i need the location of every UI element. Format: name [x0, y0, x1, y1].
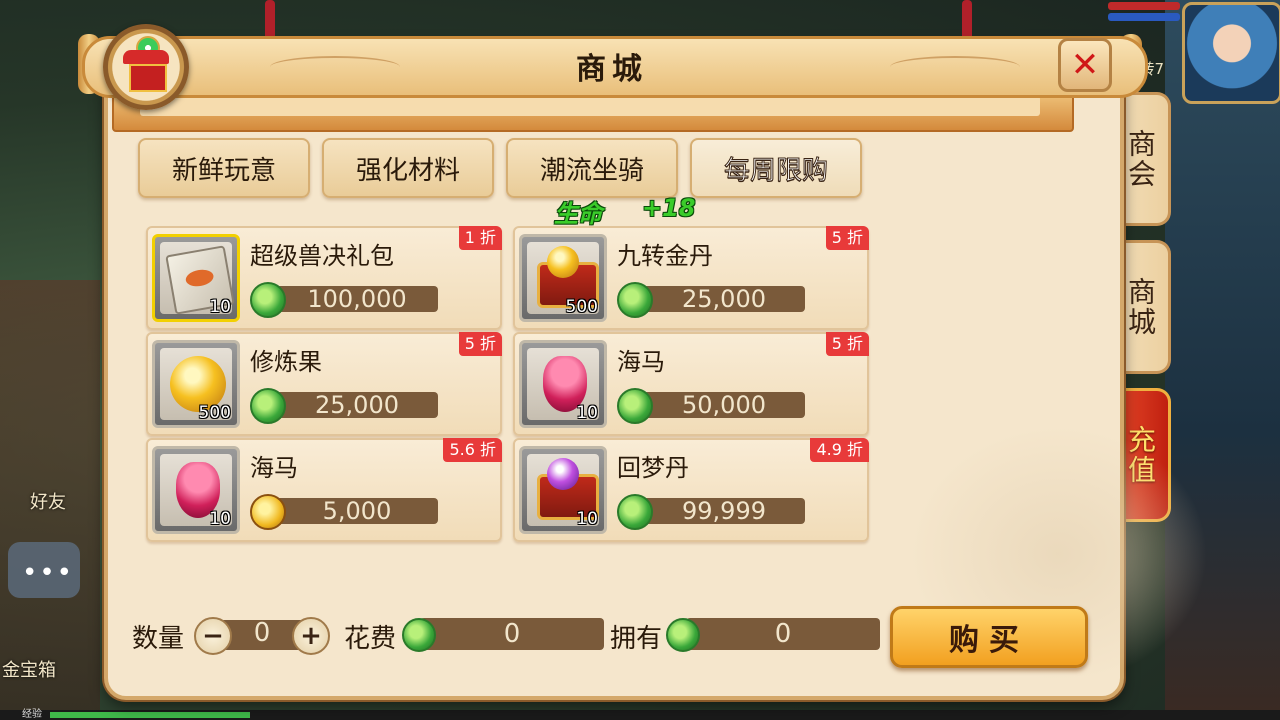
item-price: 50,000: [643, 392, 805, 418]
item-slot: 10: [152, 234, 240, 322]
jade-coin-icon: [617, 282, 653, 318]
item-count: 500: [198, 403, 231, 423]
item-name: 超级兽决礼包: [250, 242, 394, 270]
tab-new-items[interactable]: 新鲜玩意: [138, 138, 310, 198]
shop-item-card[interactable]: 10 海马 5 折 50,000: [513, 332, 869, 436]
friends-button[interactable]: 好友: [30, 488, 66, 514]
quantity-label: 数量: [132, 624, 185, 654]
discount-badge: 4.9 折: [810, 438, 869, 462]
item-count: 10: [209, 509, 231, 529]
tab-label: 商会: [1124, 129, 1157, 189]
tab-materials[interactable]: 强化材料: [322, 138, 494, 198]
title-ribbon-inner: [140, 96, 1040, 116]
owned-value: 0: [686, 618, 880, 650]
item-price: 99,999: [643, 498, 805, 524]
shop-item-card[interactable]: 500 九转金丹 5 折 25,000: [513, 226, 869, 330]
player-status-bars: [1108, 2, 1180, 24]
item-slot: 10: [519, 340, 607, 428]
discount-badge: 1 折: [458, 226, 502, 250]
tab-mounts[interactable]: 潮流坐骑: [506, 138, 678, 198]
hanging-rope: [962, 0, 972, 40]
item-count: 500: [565, 297, 598, 317]
item-name: 回梦丹: [617, 454, 689, 482]
jade-coin-icon: [250, 282, 286, 318]
floating-stat-value: +18: [642, 194, 696, 222]
tab-label: 每周限购: [723, 155, 828, 186]
item-slot: 10: [152, 446, 240, 534]
exp-label: 经验: [22, 709, 42, 720]
item-price: 25,000: [643, 286, 805, 312]
cost-label: 花费: [344, 624, 397, 654]
discount-badge: 5 折: [458, 332, 502, 356]
item-price: 5,000: [276, 498, 438, 524]
tab-weekly-limited[interactable]: 每周限购: [690, 138, 862, 198]
owned-label: 拥有: [610, 624, 663, 654]
item-count: 10: [209, 297, 231, 317]
item-price: 25,000: [276, 392, 438, 418]
treasure-chest-button[interactable]: 金宝箱: [2, 656, 56, 682]
tab-label: 潮流坐骑: [539, 155, 644, 186]
item-name: 修炼果: [250, 348, 322, 376]
tab-label: 商城: [1124, 277, 1157, 337]
jade-coin-icon: [250, 388, 286, 424]
item-name: 九转金丹: [617, 242, 713, 270]
discount-badge: 5 折: [825, 226, 869, 250]
gold-coin-icon: [250, 494, 286, 530]
tab-label: 强化材料: [355, 155, 460, 186]
item-slot: 500: [519, 234, 607, 322]
close-button[interactable]: ✕: [1058, 38, 1112, 92]
increase-quantity-button[interactable]: +: [292, 617, 330, 655]
floating-stat-label: 生命: [554, 200, 602, 228]
jade-coin-icon: [617, 388, 653, 424]
close-icon: ✕: [1070, 45, 1100, 85]
discount-badge: 5.6 折: [443, 438, 502, 462]
shop-item-card[interactable]: 10 海马 5.6 折 5,000: [146, 438, 502, 542]
discount-badge: 5 折: [825, 332, 869, 356]
chat-icon: •••: [22, 558, 75, 588]
item-count: 10: [576, 403, 598, 423]
item-slot: 10: [519, 446, 607, 534]
item-count: 10: [576, 509, 598, 529]
jade-coin-icon: [617, 494, 653, 530]
exp-bar-fill: [50, 712, 250, 718]
shop-item-card[interactable]: 10 回梦丹 4.9 折 99,999: [513, 438, 869, 542]
tab-label: 新鲜玩意: [171, 155, 276, 186]
buy-button[interactable]: 购买: [890, 606, 1088, 668]
jade-coin-icon: [666, 618, 700, 652]
shop-icon: [103, 24, 189, 110]
shop-item-card[interactable]: 500 修炼果 5 折 25,000: [146, 332, 502, 436]
decrease-quantity-button[interactable]: −: [194, 617, 232, 655]
cost-value: 0: [420, 618, 604, 650]
shop-item-card[interactable]: 10 超级兽决礼包 1 折 100,000: [146, 226, 502, 330]
jade-coin-icon: [402, 618, 436, 652]
item-price: 100,000: [276, 286, 438, 312]
item-slot: 500: [152, 340, 240, 428]
quantity-value: 0: [253, 618, 271, 648]
item-name: 海马: [617, 348, 665, 376]
hanging-rope: [265, 0, 275, 40]
item-name: 海马: [250, 454, 298, 482]
